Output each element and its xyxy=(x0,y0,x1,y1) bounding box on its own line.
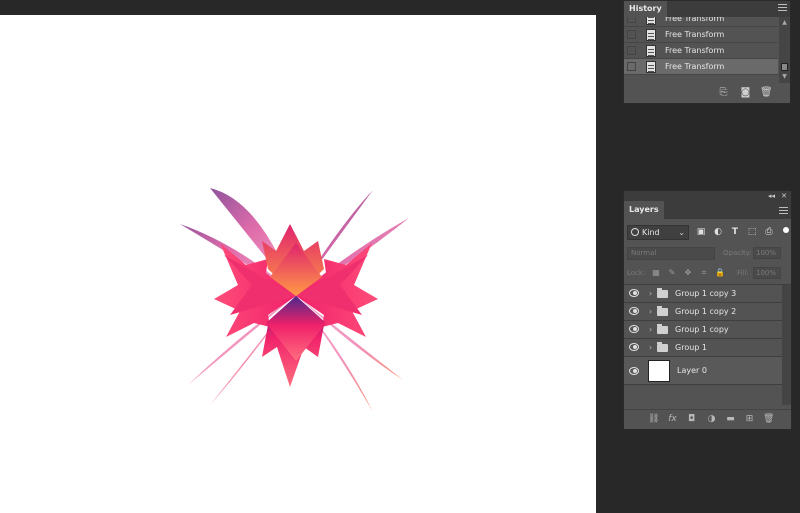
star-artwork[interactable] xyxy=(0,15,596,513)
scroll-thumb[interactable] xyxy=(781,63,788,71)
history-brush-source-checkbox[interactable] xyxy=(627,62,636,71)
history-item-label: Free Transform xyxy=(665,62,725,71)
layers-scrollbar[interactable] xyxy=(782,285,791,405)
layer-thumbnail xyxy=(648,360,670,382)
history-list: Free Transform Free Transform Free Trans… xyxy=(624,17,778,83)
chevron-right-icon[interactable]: › xyxy=(649,321,652,338)
close-panel-icon[interactable]: ✕ xyxy=(781,191,787,201)
history-state-icon xyxy=(646,17,656,25)
panel-menu-icon[interactable] xyxy=(779,207,788,216)
layer-row-group[interactable]: › Group 1 copy xyxy=(624,321,782,339)
tab-history[interactable]: History xyxy=(624,1,667,17)
history-scrollbar[interactable]: ▲ ▼ xyxy=(779,17,790,83)
history-tabbar: History xyxy=(624,1,790,17)
folder-icon xyxy=(657,288,668,298)
history-state-icon xyxy=(646,29,656,41)
history-item-label: Free Transform xyxy=(665,17,725,23)
layer-name: Group 1 copy xyxy=(675,325,729,334)
collapse-panel-icon[interactable]: ◂◂ xyxy=(768,191,775,201)
history-state-icon xyxy=(646,61,656,73)
blend-mode-select[interactable]: Normal xyxy=(627,247,715,260)
link-layers-icon[interactable]: ⛓ xyxy=(648,414,659,425)
layer-name: Group 1 xyxy=(675,343,707,352)
adjustment-layer-icon[interactable]: ◑ xyxy=(706,414,717,425)
folder-icon xyxy=(657,324,668,334)
tab-layers[interactable]: Layers xyxy=(624,201,664,219)
history-item[interactable]: Free Transform xyxy=(624,17,778,27)
fill-label: Fill: xyxy=(737,269,749,277)
filter-toggle-icon[interactable] xyxy=(783,227,789,233)
fx-icon[interactable]: fx xyxy=(667,414,678,425)
history-footer: ⎘ ◙ 🗑 xyxy=(624,83,790,103)
blend-row: Normal Opacity: 100% xyxy=(627,247,789,261)
history-item-label: Free Transform xyxy=(665,30,725,39)
lock-label: Lock: xyxy=(627,269,646,277)
history-item[interactable]: Free Transform xyxy=(624,43,778,59)
new-document-from-state-icon[interactable]: ⎘ xyxy=(718,87,729,98)
visibility-eye-icon[interactable] xyxy=(629,325,639,333)
folder-icon xyxy=(657,306,668,316)
mask-icon[interactable]: ◘ xyxy=(686,414,697,425)
shape-filter-icon[interactable]: ⬚ xyxy=(747,227,757,237)
lock-position-icon[interactable]: ✥ xyxy=(683,268,693,278)
history-item-label: Free Transform xyxy=(665,46,725,55)
layers-panel: ◂◂ ✕ Layers Kind ⌄ ▣ ◐ T ⬚ ⎙ Normal Opac… xyxy=(623,190,792,430)
lock-artboard-icon[interactable]: ⌗ xyxy=(699,268,709,278)
panel-dock-strip: ◂◂ ✕ xyxy=(624,191,791,201)
panel-menu-icon[interactable] xyxy=(778,4,787,13)
layer-row-group[interactable]: › Group 1 copy 3 xyxy=(624,285,782,303)
history-state-icon xyxy=(646,45,656,57)
visibility-eye-icon[interactable] xyxy=(629,367,639,375)
history-panel: History Free Transform Free Transform Fr… xyxy=(623,0,791,104)
visibility-eye-icon[interactable] xyxy=(629,307,639,315)
trash-icon[interactable]: 🗑 xyxy=(763,414,774,425)
opacity-field[interactable]: 100% xyxy=(753,247,781,259)
trash-icon[interactable]: 🗑 xyxy=(760,87,773,98)
layers-tabbar: Layers xyxy=(624,201,791,219)
inner-star xyxy=(214,224,378,387)
fill-field[interactable]: 100% xyxy=(753,267,781,279)
canvas-workspace[interactable] xyxy=(0,0,596,513)
history-brush-source-checkbox[interactable] xyxy=(627,30,636,39)
document-canvas[interactable] xyxy=(0,15,596,513)
scroll-up-icon[interactable]: ▲ xyxy=(781,19,788,26)
search-icon xyxy=(631,228,639,236)
history-brush-source-checkbox[interactable] xyxy=(627,46,636,55)
layer-name: Group 1 copy 3 xyxy=(675,289,737,298)
scroll-down-icon[interactable]: ▼ xyxy=(781,73,788,80)
layer-name: Layer 0 xyxy=(677,366,707,375)
chevron-right-icon[interactable]: › xyxy=(649,339,652,356)
layers-footer: ⛓ fx ◘ ◑ ▬ ⊞ 🗑 xyxy=(624,409,791,429)
adjustment-filter-icon[interactable]: ◐ xyxy=(713,227,723,237)
filter-kind-select[interactable]: Kind ⌄ xyxy=(627,225,689,240)
layer-name: Group 1 copy 2 xyxy=(675,307,737,316)
lock-row: Lock: ▦ ✎ ✥ ⌗ 🔒 Fill: 100% xyxy=(627,267,789,281)
opacity-label: Opacity: xyxy=(723,249,752,257)
type-filter-icon[interactable]: T xyxy=(730,227,740,237)
lock-transparent-icon[interactable]: ▦ xyxy=(651,268,661,278)
lock-image-icon[interactable]: ✎ xyxy=(667,268,677,278)
history-item[interactable]: Free Transform xyxy=(624,27,778,43)
chevron-right-icon[interactable]: › xyxy=(649,303,652,320)
filter-kind-label: Kind xyxy=(642,228,660,237)
visibility-eye-icon[interactable] xyxy=(629,343,639,351)
new-group-icon[interactable]: ▬ xyxy=(725,414,736,425)
new-layer-icon[interactable]: ⊞ xyxy=(744,414,755,425)
layer-row-group[interactable]: › Group 1 copy 2 xyxy=(624,303,782,321)
camera-snapshot-icon[interactable]: ◙ xyxy=(740,87,751,98)
lock-all-icon[interactable]: 🔒 xyxy=(715,268,725,278)
layer-row-pixel[interactable]: Layer 0 xyxy=(624,357,782,385)
history-brush-source-checkbox[interactable] xyxy=(627,17,636,23)
pixel-filter-icon[interactable]: ▣ xyxy=(696,227,706,237)
smart-object-filter-icon[interactable]: ⎙ xyxy=(764,227,774,237)
layer-row-group[interactable]: › Group 1 xyxy=(624,339,782,357)
chevron-right-icon[interactable]: › xyxy=(649,285,652,302)
folder-icon xyxy=(657,342,668,352)
visibility-eye-icon[interactable] xyxy=(629,289,639,297)
layer-filter-row: Kind ⌄ ▣ ◐ T ⬚ ⎙ xyxy=(627,225,789,241)
chevron-down-icon: ⌄ xyxy=(678,228,685,237)
history-item-selected[interactable]: Free Transform xyxy=(624,59,778,75)
